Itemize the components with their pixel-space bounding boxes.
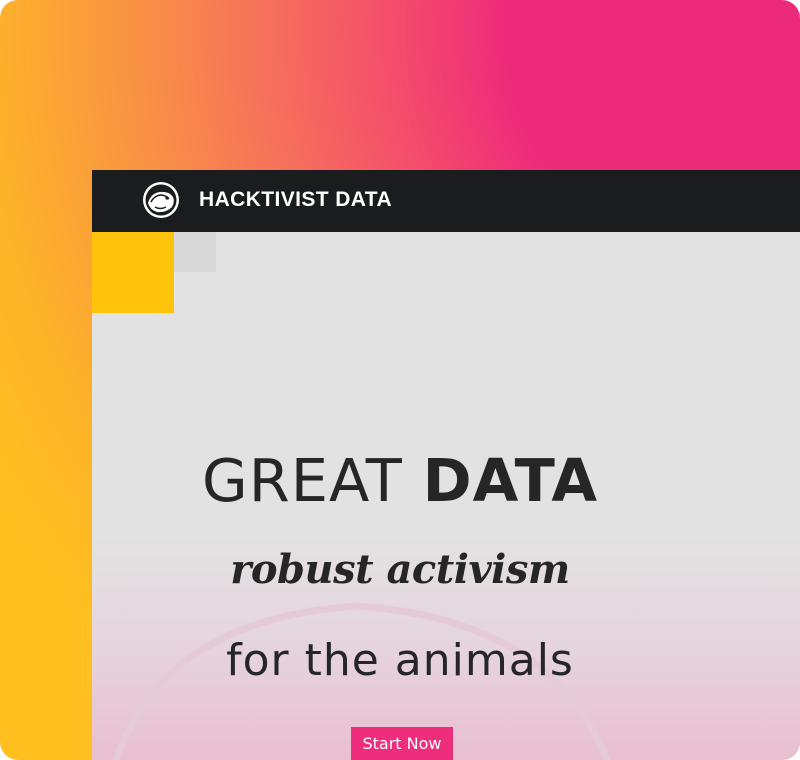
hero-headline: GREAT DATA bbox=[92, 446, 708, 515]
hero-tagline: robust activism bbox=[230, 546, 570, 593]
gradient-backdrop: HACKTIVIST DATA GREAT DATA robust activi… bbox=[0, 0, 800, 760]
yellow-accent-block bbox=[92, 232, 174, 313]
hero-subline: for the animals bbox=[226, 635, 574, 686]
top-navigation-bar: HACKTIVIST DATA bbox=[92, 170, 800, 232]
grey-accent-block bbox=[174, 232, 216, 272]
page-window: HACKTIVIST DATA GREAT DATA robust activi… bbox=[92, 170, 800, 760]
headline-light-word: GREAT bbox=[202, 446, 403, 515]
hedgehog-logo-icon[interactable] bbox=[142, 181, 180, 219]
headline-bold-word: DATA bbox=[422, 446, 598, 515]
brand-name[interactable]: HACKTIVIST DATA bbox=[199, 188, 392, 212]
start-now-button[interactable]: Start Now bbox=[351, 727, 453, 760]
